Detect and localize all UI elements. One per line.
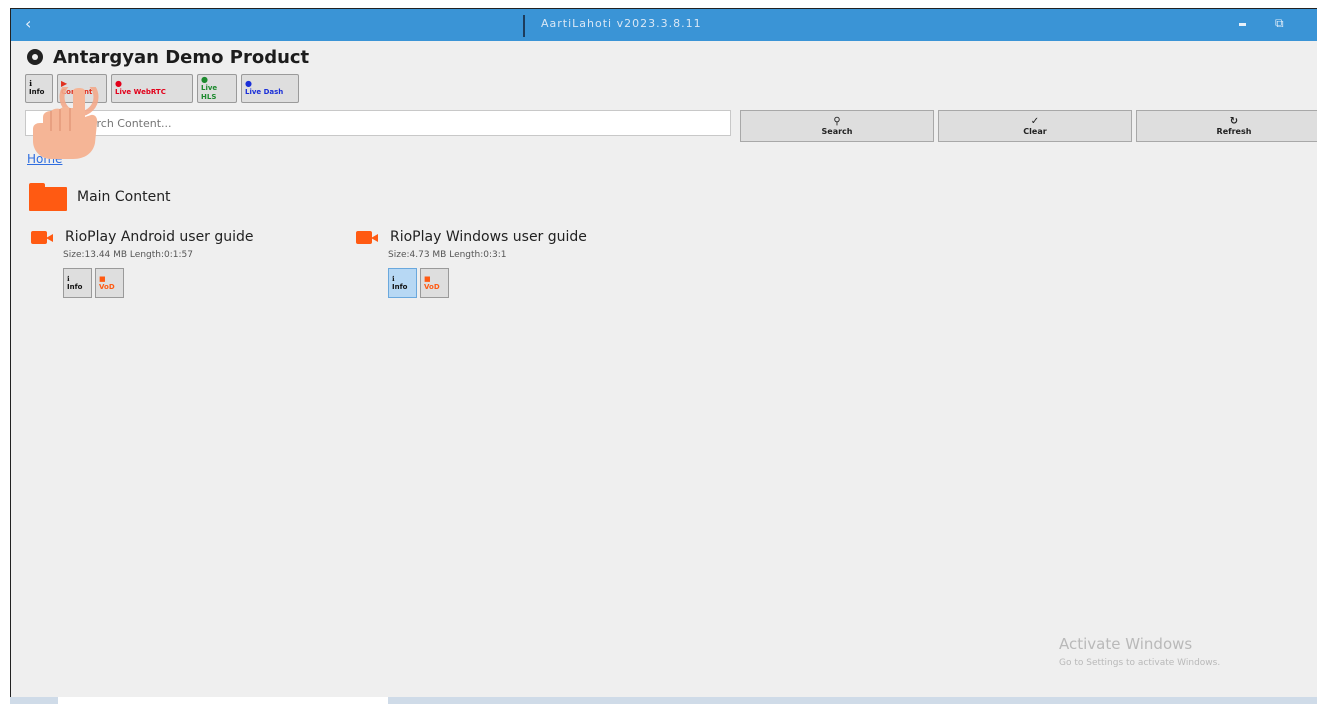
- search-row: ⚲ Search ✓ Clear ↻ Refresh: [25, 110, 1317, 142]
- video-info-label: Info: [392, 283, 408, 291]
- info-icon: ℹ: [392, 275, 395, 283]
- live-webrtc-button[interactable]: ● Live WebRTC: [111, 74, 193, 103]
- live-dash-button[interactable]: ● Live Dash: [241, 74, 299, 103]
- video-info-button[interactable]: ℹ Info: [63, 268, 92, 298]
- search-button-label: Search: [821, 126, 853, 136]
- window-title: AartiLahoti v2023.3.8.11: [541, 17, 702, 30]
- video-camera-icon-lens: [46, 234, 53, 242]
- content-button-label: Content: [61, 88, 93, 96]
- activate-windows-watermark: Activate Windows Go to Settings to activ…: [1059, 635, 1220, 668]
- video-vod-button[interactable]: ■ VoD: [95, 268, 124, 298]
- video-vod-button[interactable]: ■ VoD: [420, 268, 449, 298]
- folder-label: Main Content: [77, 189, 171, 205]
- live-hls-button-label: Live HLS: [201, 83, 218, 101]
- title-divider: [523, 15, 525, 37]
- video-camera-icon: [356, 229, 380, 245]
- toolbar: ℹ Info ▶ Content ● Live WebRTC ● Live HL…: [25, 74, 299, 103]
- video-head[interactable]: RioPlay Windows user guide: [356, 229, 587, 245]
- live-dash-icon: ●: [245, 79, 252, 88]
- video-vod-label: VoD: [424, 283, 440, 291]
- back-icon[interactable]: ‹: [25, 14, 31, 33]
- video-title: RioPlay Windows user guide: [390, 229, 587, 245]
- watermark-title: Activate Windows: [1059, 635, 1193, 653]
- live-hls-button[interactable]: ● Live HLS: [197, 74, 237, 103]
- content-icon: ▶: [61, 79, 68, 88]
- refresh-button-label: Refresh: [1216, 126, 1252, 136]
- search-icon: ⚲: [833, 115, 841, 127]
- video-actions: ℹ Info ■ VoD: [388, 268, 587, 298]
- product-title: Antargyan Demo Product: [53, 46, 310, 68]
- folder-icon: [29, 183, 67, 211]
- clear-icon: ✓: [1030, 115, 1040, 127]
- info-icon: ℹ: [67, 275, 70, 283]
- vod-icon: ■: [424, 275, 431, 283]
- minimize-icon[interactable]: [1239, 23, 1246, 26]
- video-meta: Size:13.44 MB Length:0:1:57: [63, 250, 193, 260]
- clear-button-label: Clear: [1023, 126, 1047, 136]
- folder-main-content[interactable]: Main Content: [29, 183, 171, 211]
- gear-icon[interactable]: [27, 49, 43, 65]
- maximize-icon[interactable]: ⧉: [1275, 16, 1284, 31]
- video-head[interactable]: RioPlay Android user guide: [31, 229, 254, 245]
- video-item: RioPlay Android user guide Size:13.44 MB…: [31, 229, 254, 298]
- content-button[interactable]: ▶ Content: [57, 74, 107, 103]
- video-camera-icon-body: [356, 231, 372, 244]
- refresh-icon: ↻: [1229, 115, 1239, 127]
- product-header: Antargyan Demo Product: [27, 45, 309, 69]
- live-hls-icon: ●: [201, 74, 208, 84]
- video-vod-label: VoD: [99, 283, 115, 291]
- info-button-label: Info: [29, 88, 45, 96]
- vod-icon: ■: [99, 275, 106, 283]
- live-webrtc-button-label: Live WebRTC: [115, 88, 166, 96]
- watermark-subtitle: Go to Settings to activate Windows.: [1059, 658, 1221, 668]
- search-button[interactable]: ⚲ Search: [740, 110, 934, 142]
- taskbar-window-preview: [58, 697, 388, 704]
- app-window: ‹ AartiLahoti v2023.3.8.11 ⧉ Antargyan D…: [10, 8, 1317, 697]
- video-info-button[interactable]: ℹ Info: [388, 268, 417, 298]
- video-info-label: Info: [67, 283, 83, 291]
- live-dash-button-label: Live Dash: [245, 88, 284, 96]
- search-input[interactable]: [25, 110, 731, 136]
- video-camera-icon: [31, 229, 55, 245]
- breadcrumb-home-link[interactable]: Home: [27, 152, 62, 166]
- refresh-button[interactable]: ↻ Refresh: [1136, 110, 1317, 142]
- info-button[interactable]: ℹ Info: [25, 74, 53, 103]
- video-camera-icon-lens: [371, 234, 378, 242]
- folder-icon-body: [29, 187, 67, 211]
- taskbar: [10, 697, 1317, 704]
- clear-button[interactable]: ✓ Clear: [938, 110, 1132, 142]
- video-actions: ℹ Info ■ VoD: [63, 268, 254, 298]
- title-bar: ‹ AartiLahoti v2023.3.8.11 ⧉: [11, 9, 1317, 41]
- video-item: RioPlay Windows user guide Size:4.73 MB …: [356, 229, 587, 298]
- video-meta: Size:4.73 MB Length:0:3:1: [388, 250, 507, 260]
- video-title: RioPlay Android user guide: [65, 229, 254, 245]
- live-webrtc-icon: ●: [115, 79, 122, 88]
- info-icon: ℹ: [29, 79, 33, 88]
- video-camera-icon-body: [31, 231, 47, 244]
